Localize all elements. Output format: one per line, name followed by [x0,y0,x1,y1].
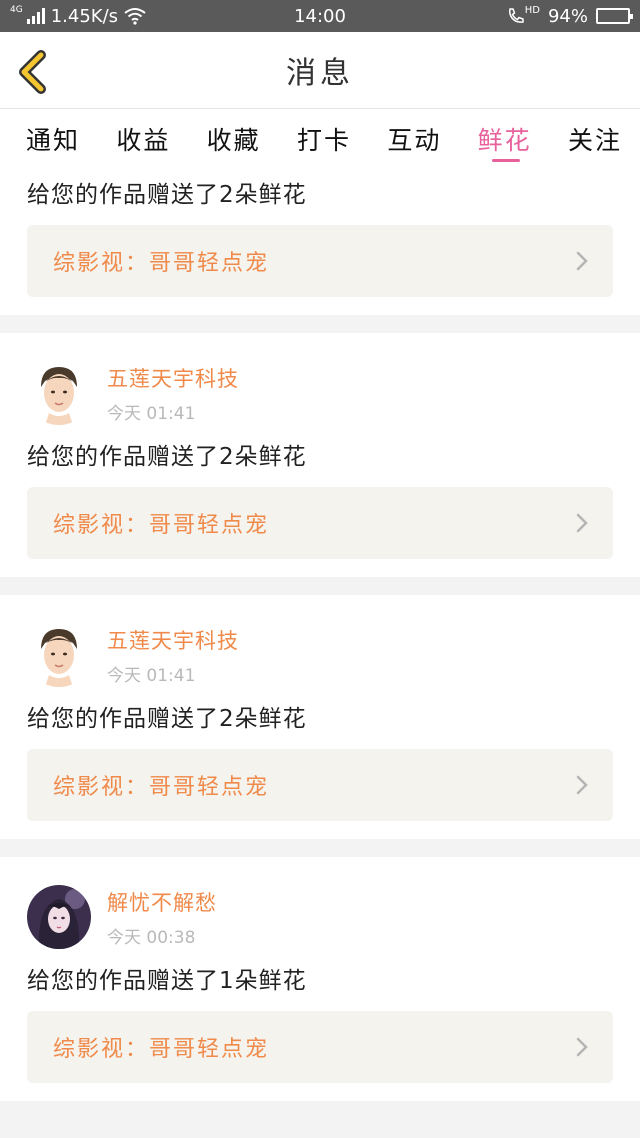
tab-flowers[interactable]: 鲜花 [477,121,532,162]
chevron-left-icon [19,50,46,94]
work-title: 综影视：哥哥轻点宠 [53,513,270,538]
tab-label: 收藏 [206,126,261,155]
status-right: HD 94% [507,4,633,27]
network-speed: 1.45K/s [50,5,119,27]
user-info: 五莲天宇科技 今天 01:41 [107,361,239,424]
user-info: 解忧不解愁 今天 00:38 [107,885,217,948]
work-link[interactable]: 综影视：哥哥轻点宠 [27,1011,613,1083]
tab-follow[interactable]: 关注 [568,121,622,157]
user-name[interactable]: 五莲天宇科技 [107,625,239,655]
hd-label: HD [524,4,540,16]
work-title: 综影视：哥哥轻点宠 [53,1037,270,1062]
message-time: 今天 01:41 [107,666,196,686]
tab-label: 关注 [567,126,622,155]
avatar[interactable] [27,361,91,425]
work-title: 综影视：哥哥轻点宠 [53,775,270,800]
avatar[interactable] [27,885,91,949]
message-time: 今天 00:38 [107,928,196,948]
active-tab-indicator [491,159,520,162]
chevron-right-icon [576,251,588,271]
message-text: 给您的作品赠送了2朵鲜花 [27,706,307,732]
tab-label: 打卡 [296,126,351,155]
chevron-right-icon [576,775,588,795]
female-avatar-icon [27,885,91,949]
tab-income[interactable]: 收益 [116,121,170,157]
tab-checkin[interactable]: 打卡 [297,121,351,157]
work-link[interactable]: 综影视：哥哥轻点宠 [27,487,613,559]
work-title: 综影视：哥哥轻点宠 [53,251,270,276]
phone-hd-icon [508,8,524,23]
message-time: 今天 01:41 [107,404,196,424]
status-bar: 4G 1.45K/s 14:00 HD 94% [0,0,640,32]
tab-interaction[interactable]: 互动 [387,121,441,157]
tab-label: 互动 [387,126,442,155]
user-row: 解忧不解愁 今天 00:38 [27,885,613,949]
chevron-right-icon [576,1037,588,1057]
back-button[interactable] [14,50,54,94]
signal-icon [26,8,45,24]
male-avatar-icon [27,361,91,425]
chevron-right-icon [576,513,588,533]
work-link[interactable]: 综影视：哥哥轻点宠 [27,749,613,821]
page-title: 消息 [286,56,354,91]
tab-label: 收益 [116,126,171,155]
wifi-icon [124,8,146,25]
battery-percent: 94% [547,5,588,27]
tab-notice[interactable]: 通知 [26,121,80,157]
tab-bar: 通知 收益 收藏 打卡 互动 鲜花 关注 [0,109,640,169]
app-root: 4G 1.45K/s 14:00 HD 94% 消息 通知 收益 收藏 打卡 互… [0,0,640,1138]
message-card: 解忧不解愁 今天 00:38 给您的作品赠送了1朵鲜花 综影视：哥哥轻点宠 [0,857,640,1101]
user-info: 五莲天宇科技 今天 01:41 [107,623,239,686]
message-card: 五莲天宇科技 今天 01:41 给您的作品赠送了2朵鲜花 综影视：哥哥轻点宠 [0,595,640,839]
message-card: 五莲天宇科技 今天 01:41 给您的作品赠送了2朵鲜花 综影视：哥哥轻点宠 [0,333,640,577]
network-type: 4G [10,5,23,15]
male-avatar-icon [27,623,91,687]
user-name[interactable]: 解忧不解愁 [107,887,217,917]
message-text: 给您的作品赠送了2朵鲜花 [27,444,307,470]
user-row: 五莲天宇科技 今天 01:41 [27,623,613,687]
avatar[interactable] [27,623,91,687]
message-list: 给您的作品赠送了2朵鲜花 综影视：哥哥轻点宠 五莲天宇科技 今天 01:41 给… [0,169,640,1101]
work-link[interactable]: 综影视：哥哥轻点宠 [27,225,613,297]
tab-label: 鲜花 [477,126,532,155]
message-text: 给您的作品赠送了1朵鲜花 [27,968,307,994]
tab-label: 通知 [26,126,81,155]
user-name[interactable]: 五莲天宇科技 [107,363,239,393]
tab-favorites[interactable]: 收藏 [207,121,261,157]
status-left: 4G 1.45K/s [10,5,146,27]
header: 消息 [0,32,640,109]
message-card: 给您的作品赠送了2朵鲜花 综影视：哥哥轻点宠 [0,169,640,315]
message-text: 给您的作品赠送了2朵鲜花 [27,182,307,208]
battery-icon [596,8,633,24]
user-row: 五莲天宇科技 今天 01:41 [27,361,613,425]
